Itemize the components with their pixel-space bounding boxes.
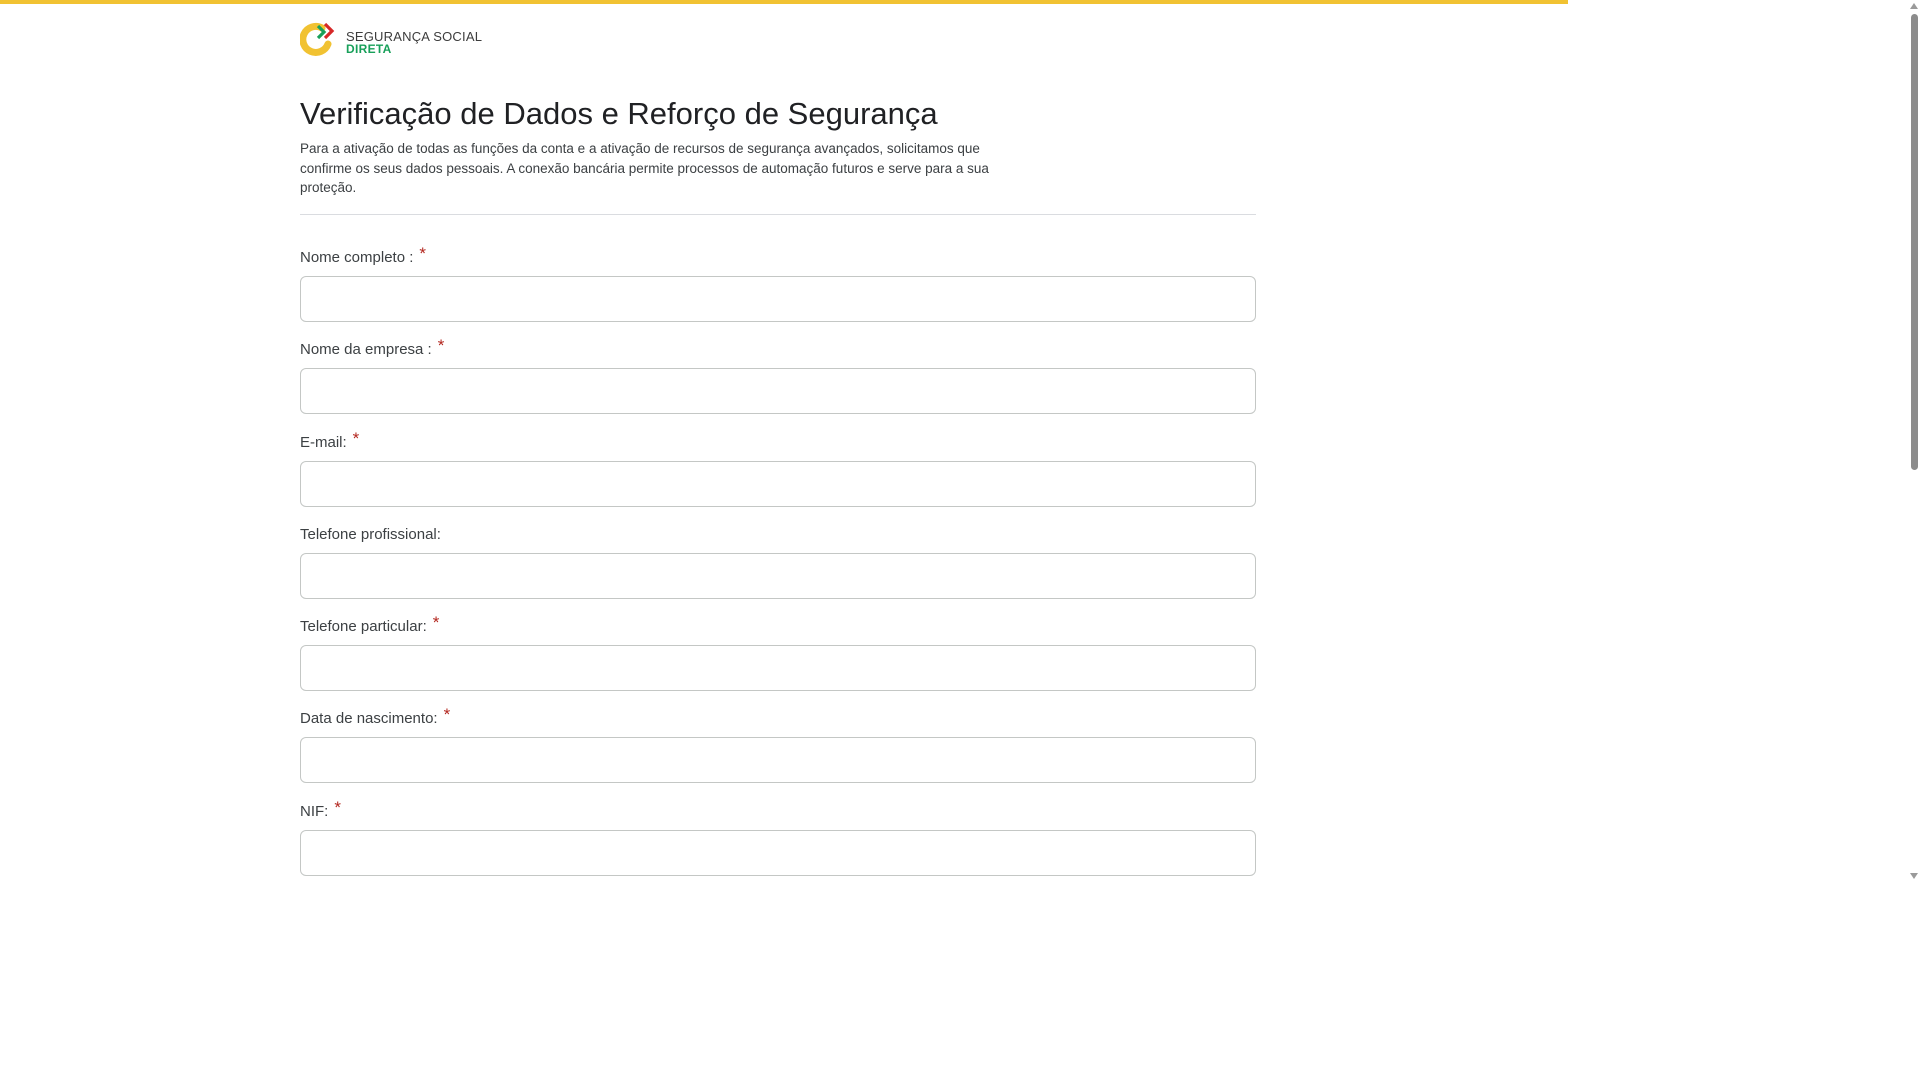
- field-telefone-profissional: Telefone profissional:: [300, 523, 1256, 599]
- page-title: Verificação de Dados e Reforço de Segura…: [300, 96, 938, 131]
- field-nome-completo: Nome completo : *: [300, 244, 1256, 322]
- field-email: E-mail: *: [300, 429, 1256, 507]
- field-nif: NIF: *: [300, 798, 1256, 876]
- logo-text-line2: DIRETA: [346, 42, 392, 56]
- required-asterisk: *: [432, 613, 440, 632]
- field-telefone-particular: Telefone particular: *: [300, 613, 1256, 691]
- nif-input[interactable]: [300, 830, 1256, 876]
- scrollbar-thumb[interactable]: [1911, 14, 1918, 470]
- logo[interactable]: SEGURANÇA SOCIAL DIRETA: [300, 22, 482, 56]
- field-label: Nome da empresa : *: [300, 336, 445, 358]
- company-name-input[interactable]: [300, 368, 1256, 414]
- field-label: E-mail: *: [300, 429, 360, 451]
- field-label: Telefone profissional:: [300, 526, 441, 543]
- top-accent-bar: [0, 0, 1568, 4]
- intro-text: Para a ativação de todas as funções da c…: [300, 141, 989, 195]
- required-asterisk: *: [352, 429, 360, 448]
- scroll-down-arrow-icon[interactable]: [1910, 873, 1918, 879]
- work-phone-input[interactable]: [300, 553, 1256, 599]
- vertical-scrollbar[interactable]: [1908, 0, 1920, 882]
- field-label: NIF: *: [300, 798, 341, 820]
- required-asterisk: *: [443, 705, 451, 724]
- required-asterisk: *: [334, 798, 341, 817]
- required-asterisk: *: [419, 244, 427, 263]
- required-asterisk: *: [437, 336, 445, 355]
- scroll-up-arrow-icon[interactable]: [1910, 3, 1918, 9]
- full-name-input[interactable]: [300, 276, 1256, 322]
- field-nome-empresa: Nome da empresa : *: [300, 336, 1256, 414]
- seguranca-social-logo-icon: [300, 22, 335, 56]
- birth-date-input[interactable]: [300, 737, 1256, 783]
- field-label: Data de nascimento: *: [300, 705, 451, 727]
- field-label: Nome completo : *: [300, 244, 427, 266]
- personal-phone-input[interactable]: [300, 645, 1256, 691]
- field-label: Telefone particular: *: [300, 613, 440, 635]
- field-data-nascimento: Data de nascimento: *: [300, 705, 1256, 783]
- divider: [300, 214, 1256, 215]
- email-input[interactable]: [300, 461, 1256, 507]
